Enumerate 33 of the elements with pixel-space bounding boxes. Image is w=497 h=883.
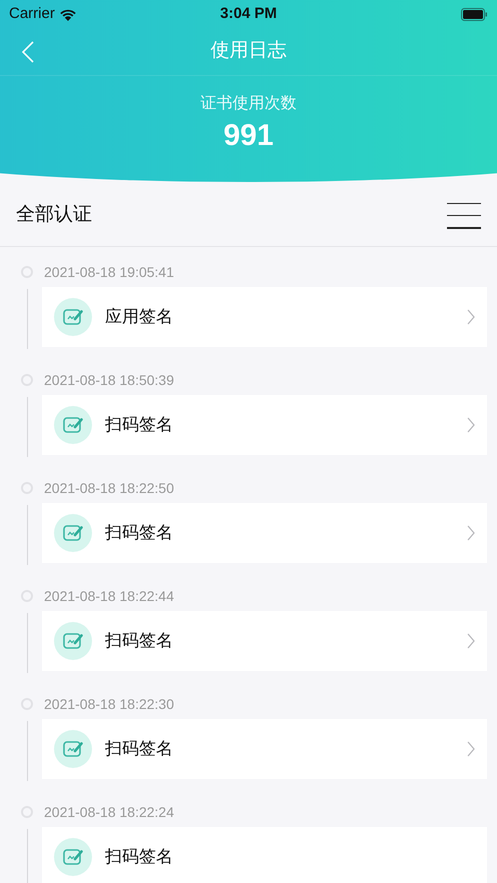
log-entry-card[interactable]: 扫码签名	[42, 611, 487, 671]
log-entry-card[interactable]: 扫码签名	[42, 719, 487, 779]
timestamp: 2021-08-18 18:50:39	[44, 370, 174, 390]
status-time: 3:04 PM	[220, 4, 277, 24]
log-entry-card[interactable]: 应用签名	[42, 287, 487, 347]
log-entry-card[interactable]: 扫码签名	[42, 827, 487, 883]
entry-title: 扫码签名	[105, 630, 174, 652]
battery-icon	[460, 8, 488, 20]
signature-icon	[54, 838, 92, 876]
usage-count-label: 证书使用次数	[200, 94, 296, 114]
menu-button[interactable]	[447, 202, 481, 228]
signature-icon	[54, 622, 92, 660]
entry-title: 扫码签名	[105, 522, 174, 544]
carrier-label: Carrier	[9, 4, 55, 24]
entry-title: 扫码签名	[105, 738, 174, 760]
signature-icon	[54, 514, 92, 552]
timestamp: 2021-08-18 18:22:30	[44, 694, 174, 714]
timestamp: 2021-08-18 19:05:41	[44, 262, 174, 282]
entry-title: 应用签名	[105, 306, 174, 328]
timestamp: 2021-08-18 18:22:44	[44, 586, 174, 606]
wifi-icon	[58, 8, 77, 20]
signature-icon	[54, 298, 92, 336]
usage-count: 991	[223, 118, 274, 154]
timestamp: 2021-08-18 18:22:50	[44, 478, 174, 498]
signature-icon	[54, 730, 92, 768]
page-title: 使用日志	[210, 39, 286, 64]
entry-title: 扫码签名	[105, 846, 174, 868]
entry-title: 扫码签名	[105, 414, 174, 436]
filter-label: 全部认证	[16, 203, 92, 228]
signature-icon	[54, 406, 92, 444]
log-entry-card[interactable]: 扫码签名	[42, 503, 487, 563]
timestamp: 2021-08-18 18:22:24	[44, 802, 174, 822]
log-entry-card[interactable]: 扫码签名	[42, 395, 487, 455]
